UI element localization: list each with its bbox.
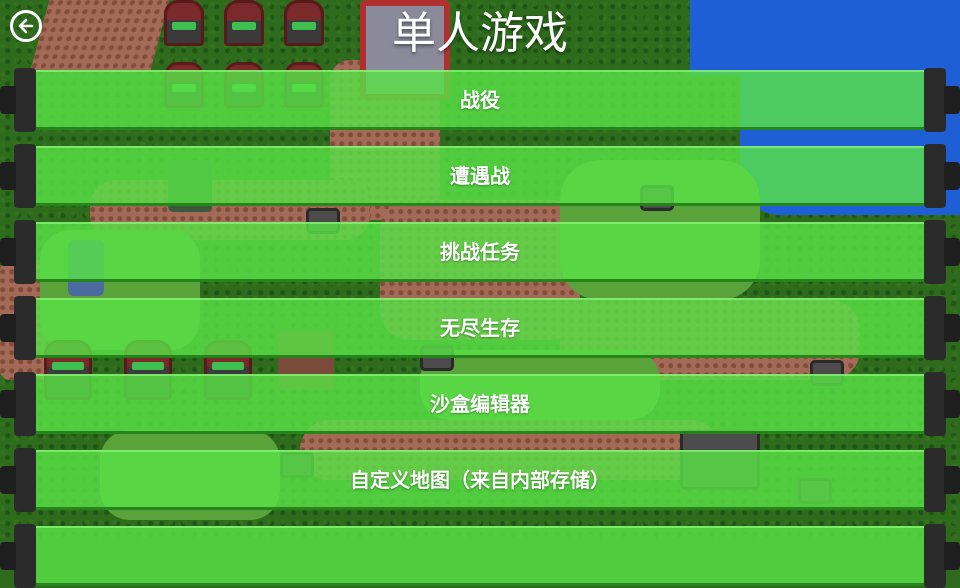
menu-button-label: 沙盒编辑器 xyxy=(430,392,530,416)
menu-button-skirmish[interactable]: 遭遇战 xyxy=(0,144,960,208)
menu-button-label: 无尽生存 xyxy=(440,316,520,340)
menu-button-label xyxy=(0,524,960,588)
menu-button-campaign[interactable]: 战役 xyxy=(0,68,960,132)
menu-button-label: 战役 xyxy=(460,88,500,112)
page-title: 单人游戏 xyxy=(392,8,568,59)
menu-button-label: 自定义地图（来自内部存储） xyxy=(350,468,610,492)
menu-button-custom-map[interactable]: 自定义地图（来自内部存储） xyxy=(0,448,960,512)
menu-button-challenge[interactable]: 挑战任务 xyxy=(0,220,960,284)
menu-button-partial[interactable] xyxy=(0,524,960,588)
menu-button-label: 遭遇战 xyxy=(450,164,510,188)
menu-button-sandbox-editor[interactable]: 沙盒编辑器 xyxy=(0,372,960,436)
menu-button-label: 挑战任务 xyxy=(440,240,520,264)
menu-button-survival[interactable]: 无尽生存 xyxy=(0,296,960,360)
